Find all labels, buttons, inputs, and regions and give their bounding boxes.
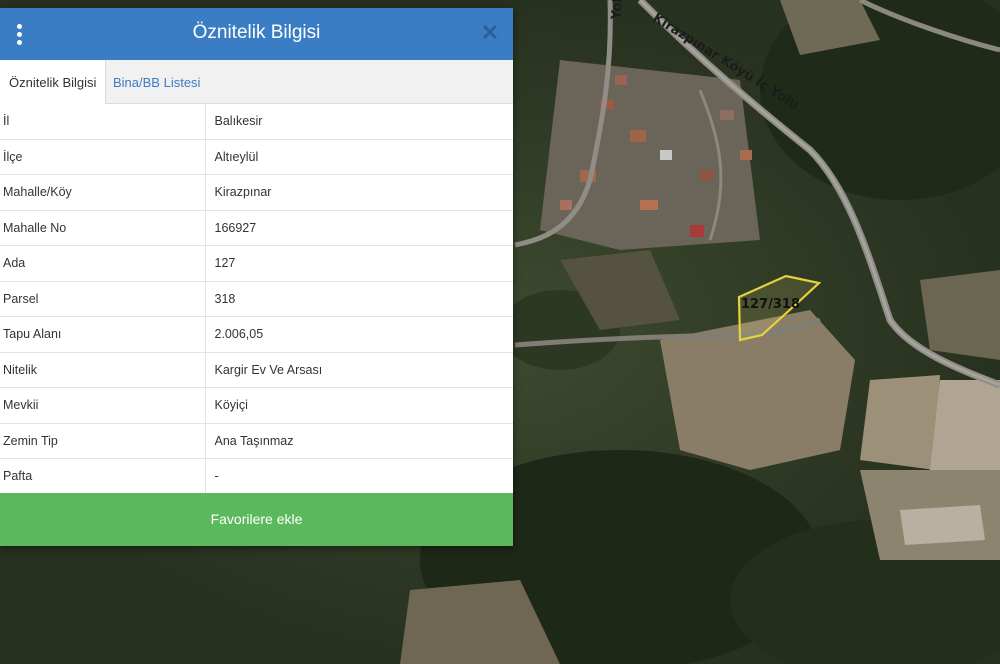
- attribute-key: Mahalle/Köy: [0, 174, 206, 211]
- attribute-value: 127: [205, 245, 513, 282]
- attribute-key: Mahalle No: [0, 210, 206, 246]
- table-row: Tapu Alanı 2.006,05: [0, 316, 513, 353]
- attribute-value: Ana Taşınmaz: [205, 423, 513, 459]
- attribute-value: 318: [205, 281, 513, 317]
- road-label-yolu: Yolu: [609, 0, 627, 21]
- attribute-key: Pafta: [0, 458, 206, 495]
- attribute-value: Altıeylül: [205, 139, 513, 175]
- attribute-value: Kirazpınar: [205, 174, 513, 211]
- tab-attribute-info[interactable]: Öznitelik Bilgisi: [0, 60, 107, 104]
- attribute-key: Zemin Tip: [0, 423, 206, 459]
- attribute-value: 2.006,05: [205, 316, 513, 353]
- panel-header: Öznitelik Bilgisi ✕: [0, 8, 513, 60]
- table-row: Zemin Tip Ana Taşınmaz: [0, 423, 513, 459]
- attribute-info-panel: Öznitelik Bilgisi ✕ Öznitelik Bilgisi Bi…: [0, 8, 513, 546]
- panel-title: Öznitelik Bilgisi: [192, 22, 321, 43]
- attribute-table: İl Balıkesir İlçe Altıeylül Mahalle/Köy …: [0, 104, 513, 495]
- table-row: Mevkii Köyiçi: [0, 387, 513, 424]
- table-row: Mahalle/Köy Kirazpınar: [0, 174, 513, 211]
- table-row: İl Balıkesir: [0, 104, 513, 140]
- table-row: Nitelik Kargir Ev Ve Arsası: [0, 352, 513, 388]
- table-row: Pafta -: [0, 458, 513, 495]
- attribute-value: Balıkesir: [205, 104, 513, 140]
- table-row: İlçe Altıeylül: [0, 139, 513, 175]
- attribute-key: Nitelik: [0, 352, 206, 388]
- tab-building-list[interactable]: Bina/BB Listesi: [104, 60, 209, 103]
- table-row: Ada 127: [0, 245, 513, 282]
- attribute-key: Mevkii: [0, 387, 206, 424]
- attribute-value: Köyiçi: [205, 387, 513, 424]
- attribute-value: -: [205, 458, 513, 495]
- attribute-key: İl: [0, 104, 206, 140]
- attribute-key: Tapu Alanı: [0, 316, 206, 353]
- attribute-key: Parsel: [0, 281, 206, 317]
- table-row: Parsel 318: [0, 281, 513, 317]
- parcel-label: 127/318: [741, 297, 800, 312]
- attribute-value: 166927: [205, 210, 513, 246]
- attribute-key: İlçe: [0, 139, 206, 175]
- close-icon[interactable]: ✕: [479, 21, 501, 45]
- add-to-favorites-button[interactable]: Favorilere ekle: [0, 493, 513, 546]
- panel-tabs: Öznitelik Bilgisi Bina/BB Listesi: [0, 60, 513, 104]
- attribute-value: Kargir Ev Ve Arsası: [205, 352, 513, 388]
- attribute-key: Ada: [0, 245, 206, 282]
- table-row: Mahalle No 166927: [0, 210, 513, 246]
